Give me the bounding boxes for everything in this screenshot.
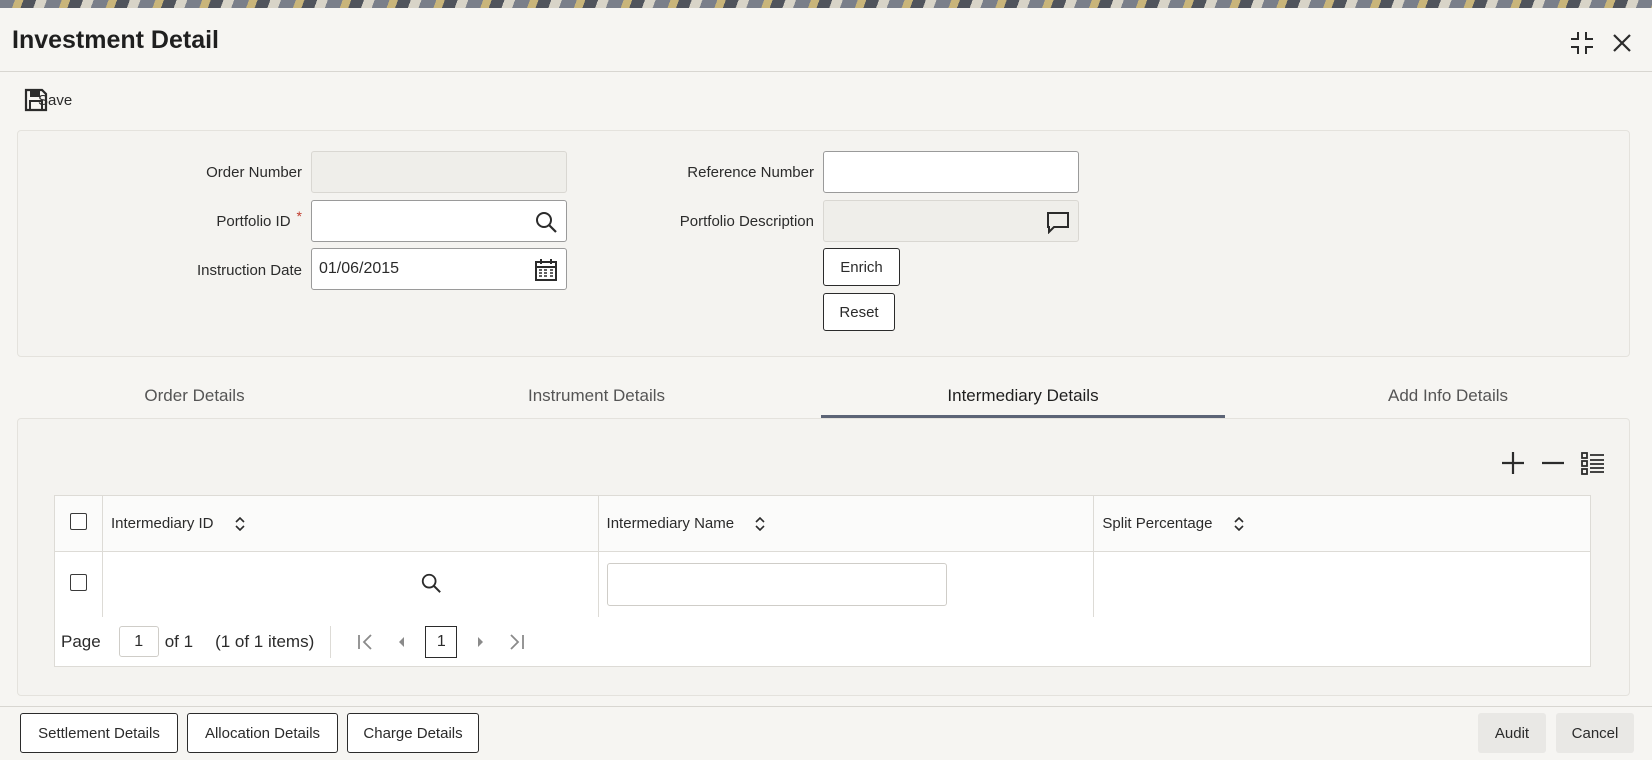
previous-page-icon[interactable] [389,630,413,654]
row-checkbox[interactable] [69,574,87,591]
page-label: Page [61,631,101,651]
page-of-label: of 1 [164,631,194,651]
audit-button[interactable]: Audit [1478,713,1546,753]
intermediary-name-cell [597,551,1095,618]
items-count-label: (1 of 1 items) [215,631,315,651]
search-icon[interactable] [534,210,558,234]
last-page-icon[interactable] [505,630,529,654]
tab-bar: Order Details Instrument Details Interme… [0,376,1652,418]
column-header-intermediary-id[interactable]: Intermediary ID [101,495,599,552]
intermediary-grid-panel: Intermediary ID Intermediary Name Split … [17,418,1630,696]
tab-instrument-details[interactable]: Instrument Details [389,376,804,418]
order-number-field [311,151,567,193]
portfolio-description-field [823,200,1079,242]
close-icon[interactable] [1609,30,1635,56]
first-page-icon[interactable] [353,630,377,654]
charge-details-button[interactable]: Charge Details [347,713,479,753]
select-all-cell [54,495,103,552]
pager-divider [330,625,332,658]
split-percentage-cell[interactable] [1093,551,1591,618]
sort-icon[interactable] [754,517,766,532]
intermediary-name-input[interactable] [606,563,947,606]
sort-icon[interactable] [1233,517,1245,532]
cancel-button[interactable]: Cancel [1556,713,1634,753]
portfolio-id-input[interactable] [311,200,567,242]
save-button[interactable]: Save [24,88,72,112]
page-number-input[interactable]: 1 [118,626,159,657]
reference-number-label: Reference Number [687,164,814,181]
search-icon[interactable] [420,572,442,594]
portfolio-id-label-group: Portfolio ID * [138,208,302,230]
instruction-date-input[interactable]: 01/06/2015 [311,248,567,290]
settlement-details-button[interactable]: Settlement Details [20,713,178,753]
sort-icon[interactable] [234,517,246,532]
required-mark: * [296,208,302,224]
pagination-bar: Page 1 of 1 (1 of 1 items) 1 [54,617,1591,667]
title-bar: Investment Detail [0,8,1652,72]
reference-number-input[interactable] [823,151,1079,193]
top-banner-strip [0,0,1652,8]
column-label: Intermediary Name [606,515,735,532]
tab-order-details[interactable]: Order Details [0,376,389,418]
allocation-details-button[interactable]: Allocation Details [187,713,338,753]
instruction-date-label: Instruction Date [196,262,302,279]
delete-row-icon[interactable] [1539,449,1567,477]
next-page-icon[interactable] [469,630,493,654]
select-all-checkbox[interactable] [69,513,87,530]
reset-button[interactable]: Reset [823,293,895,331]
toolbar: Save [24,86,72,114]
portfolio-id-label: Portfolio ID [216,213,291,230]
maximize-icon[interactable] [1569,30,1595,56]
column-header-split-percentage[interactable]: Split Percentage [1093,495,1591,552]
header-form-panel: Order Number Portfolio ID * Instruction … [17,130,1630,357]
instruction-date-value: 01/06/2015 [319,260,400,277]
current-page-button[interactable]: 1 [425,625,458,658]
column-header-intermediary-name[interactable]: Intermediary Name [597,495,1095,552]
add-row-icon[interactable] [1499,449,1527,477]
intermediary-table: Intermediary ID Intermediary Name Split … [54,495,1591,618]
calendar-icon[interactable] [534,258,558,282]
single-record-view-icon[interactable] [1579,449,1607,477]
page-title: Investment Detail [12,26,220,54]
column-label: Split Percentage [1102,515,1213,532]
table-header-row: Intermediary ID Intermediary Name Split … [54,495,1591,552]
row-select-cell [54,551,103,618]
grid-toolbar [1499,449,1607,477]
comment-icon[interactable] [1046,210,1070,234]
column-label: Intermediary ID [110,515,214,532]
save-label: Save [38,91,73,109]
portfolio-description-label: Portfolio Description [679,213,814,230]
footer-bar: Settlement Details Allocation Details Ch… [0,706,1652,760]
intermediary-id-cell[interactable] [101,551,599,618]
table-row [54,551,1591,618]
order-number-label: Order Number [206,164,302,181]
tab-intermediary-details[interactable]: Intermediary Details [821,376,1225,418]
tab-add-info-details[interactable]: Add Info Details [1245,376,1651,418]
enrich-button[interactable]: Enrich [823,248,900,286]
